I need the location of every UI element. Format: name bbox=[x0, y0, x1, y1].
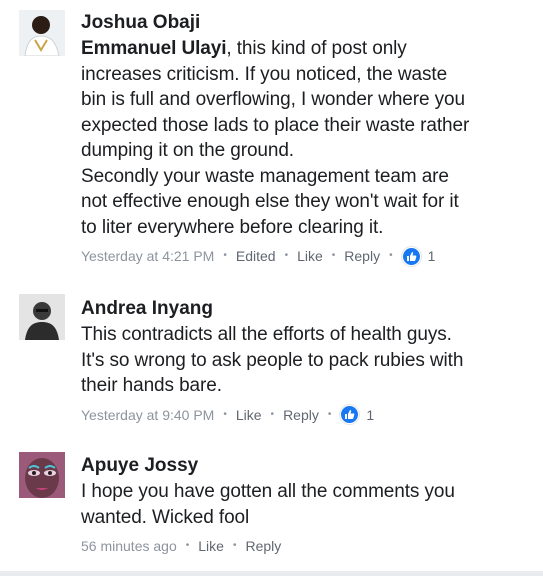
avatar[interactable] bbox=[19, 452, 65, 498]
comment-line: bin is full and overflowing, I wonder wh… bbox=[81, 89, 465, 110]
comment-meta: 56 minutes ago • Like • Reply bbox=[81, 536, 531, 556]
like-button[interactable]: Like bbox=[198, 536, 224, 556]
comment-line: It's so wrong to ask people to pack rubi… bbox=[81, 349, 464, 371]
separator-dot: • bbox=[185, 540, 190, 551]
reaction-count[interactable]: 1 bbox=[428, 246, 436, 266]
separator-dot: • bbox=[223, 250, 227, 261]
comment-content: Joshua Obaji Emmanuel Ulayi, this kind o… bbox=[81, 12, 531, 266]
comment-line: Secondly your waste management team are bbox=[81, 165, 449, 187]
edited-label[interactable]: Edited bbox=[236, 246, 276, 266]
comment-text: Emmanuel Ulayi, this kind of post only i… bbox=[81, 36, 531, 240]
comment-line: dumping it on the ground. bbox=[81, 140, 294, 161]
comment-content: Apuye Jossy I hope you have gotten all t… bbox=[81, 455, 531, 556]
comment-line-text: , this kind of post only bbox=[226, 38, 407, 59]
avatar[interactable] bbox=[19, 10, 65, 56]
separator-dot: • bbox=[389, 250, 393, 261]
timestamp[interactable]: 56 minutes ago bbox=[81, 536, 177, 556]
bottom-divider bbox=[0, 571, 543, 576]
separator-dot: • bbox=[232, 540, 237, 551]
reply-button[interactable]: Reply bbox=[283, 405, 319, 425]
comment-line: This contradicts all the efforts of heal… bbox=[81, 324, 452, 345]
comment-meta: Yesterday at 4:21 PM • Edited • Like • R… bbox=[81, 246, 531, 266]
comment-text: I hope you have gotten all the comments … bbox=[81, 479, 531, 530]
comment-line: their hands bare. bbox=[81, 375, 222, 396]
comment-author[interactable]: Apuye Jossy bbox=[81, 455, 531, 477]
mention-link[interactable]: Emmanuel Ulayi bbox=[81, 38, 226, 59]
comment-line: not effective enough else they won't wai… bbox=[81, 191, 459, 212]
comment-line: Emmanuel Ulayi, this kind of post only bbox=[81, 36, 531, 62]
like-button[interactable]: Like bbox=[236, 405, 262, 425]
comment-author[interactable]: Andrea Inyang bbox=[81, 298, 531, 320]
comment-author[interactable]: Joshua Obaji bbox=[81, 12, 531, 34]
like-button[interactable]: Like bbox=[297, 246, 323, 266]
reply-button[interactable]: Reply bbox=[344, 246, 380, 266]
comment-text: This contradicts all the efforts of heal… bbox=[81, 322, 531, 399]
separator-dot: • bbox=[331, 250, 336, 261]
timestamp[interactable]: Yesterday at 9:40 PM bbox=[81, 405, 214, 425]
thumbs-up-icon[interactable] bbox=[340, 405, 360, 424]
separator-dot: • bbox=[284, 250, 289, 261]
comment-content: Andrea Inyang This contradicts all the e… bbox=[81, 298, 531, 425]
comment-line: expected those lads to place their waste… bbox=[81, 114, 470, 136]
reaction-count[interactable]: 1 bbox=[366, 405, 374, 425]
separator-dot: • bbox=[327, 408, 332, 420]
separator-dot: • bbox=[223, 408, 227, 420]
comment-line: wanted. Wicked fool bbox=[81, 506, 250, 528]
avatar[interactable] bbox=[19, 294, 65, 340]
timestamp[interactable]: Yesterday at 4:21 PM bbox=[81, 246, 214, 266]
comment-line: to liter everywhere before clearing it. bbox=[81, 216, 384, 238]
comment-line: I hope you have gotten all the comments … bbox=[81, 481, 455, 502]
reply-button[interactable]: Reply bbox=[245, 536, 281, 556]
comment-meta: Yesterday at 9:40 PM • Like • Reply • 1 bbox=[81, 405, 531, 425]
separator-dot: • bbox=[270, 408, 275, 420]
comment-line: increases criticism. If you noticed, the… bbox=[81, 63, 448, 85]
thumbs-up-icon[interactable] bbox=[401, 246, 421, 266]
